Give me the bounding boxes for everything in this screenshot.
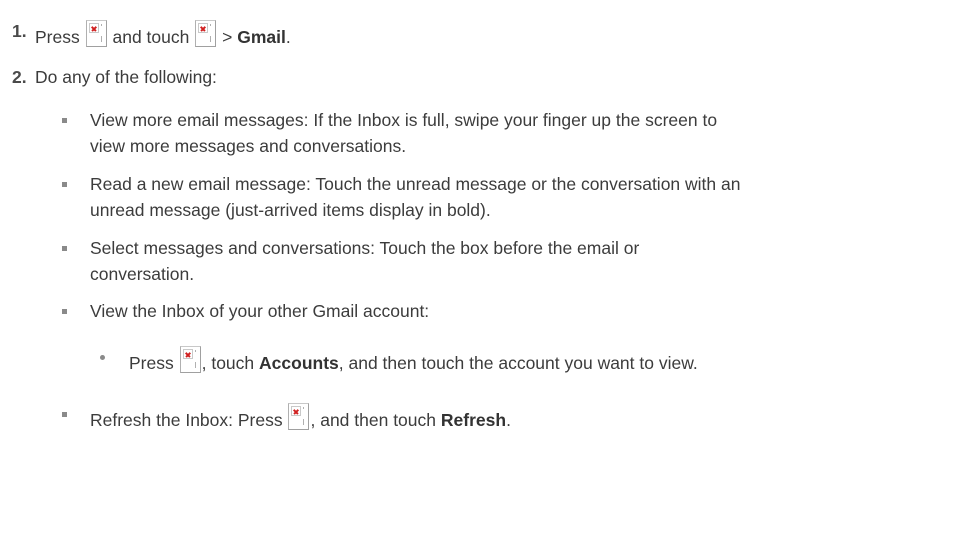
sub-press: Press — [129, 353, 174, 373]
sub-bullet-dot — [100, 355, 105, 360]
step-1-and-touch: and touch — [112, 27, 190, 47]
sub-touch: , touch — [201, 353, 255, 373]
bullet-view-more-line1: View more email messages: If the Inbox i… — [90, 110, 718, 130]
step-1-gmail: Gmail — [237, 27, 286, 47]
bullet-view-inbox-line1: View the Inbox of your other Gmail accou… — [90, 301, 430, 321]
broken-image-icon — [288, 403, 310, 430]
sub-rest: , and then touch the account you want to… — [338, 353, 698, 373]
broken-image-icon — [195, 20, 217, 47]
step-1-period: . — [285, 27, 291, 47]
refresh-text-a: Refresh the Inbox: Press — [90, 410, 283, 430]
bullet-refresh: Refresh the Inbox: Press , and then touc… — [90, 403, 511, 431]
step-1-gt: > — [222, 27, 233, 47]
step-2-text: Do any of the following: — [35, 67, 217, 87]
broken-image-icon — [85, 20, 107, 47]
bullet-square — [62, 309, 67, 314]
broken-image-icon — [179, 346, 201, 373]
refresh-period: . — [506, 410, 511, 430]
bullet-select-line1: Select messages and conversations: Touch… — [90, 238, 640, 258]
bullet-square — [62, 412, 67, 417]
refresh-text-b: , and then touch — [310, 410, 437, 430]
bullet-view-more-line2: view more messages and conversations. — [90, 136, 407, 156]
bullet-select-line2: conversation. — [90, 264, 195, 284]
bullet-read-new-line1: Read a new email message: Touch the unre… — [90, 174, 741, 194]
sub-bullet-press-accounts: Press , touch Accounts, and then touch t… — [129, 346, 698, 374]
step-1-text: Press and touch > Gmail. — [35, 20, 291, 48]
bullet-square — [62, 246, 67, 251]
bullet-square — [62, 118, 67, 123]
step-2-number: 2. — [12, 67, 27, 87]
bullet-square — [62, 182, 67, 187]
refresh-bold: Refresh — [440, 410, 507, 430]
step-1-press: Press — [35, 27, 80, 47]
step-1-number: 1. — [12, 21, 27, 41]
bullet-read-new-line2: unread message (just-arrived items displ… — [90, 200, 491, 220]
sub-accounts: Accounts — [259, 353, 339, 373]
